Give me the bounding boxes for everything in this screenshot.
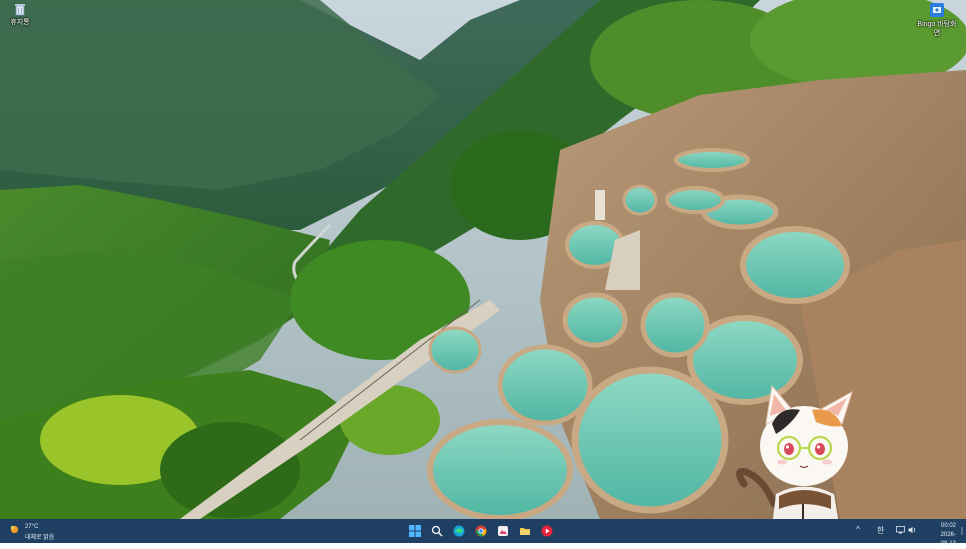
photos-button[interactable]	[494, 522, 512, 540]
tray-overflow-chevron[interactable]: ^	[856, 525, 860, 534]
recycle-bin-icon	[15, 4, 25, 16]
search-button[interactable]	[428, 522, 446, 540]
clock-time: 00:02	[940, 523, 956, 529]
play-icon	[541, 525, 553, 537]
taskbar: 27°C 대체로 맑음 ^ 한 00:02 2026-08-13	[0, 519, 966, 547]
file-explorer-button[interactable]	[516, 522, 534, 540]
desktop-icon-label: Bingo 바탕화면	[917, 21, 957, 37]
desktop-icon-label: 휴지통	[10, 19, 30, 26]
media-player-button[interactable]	[538, 522, 556, 540]
edge-icon	[453, 525, 465, 537]
show-desktop-icon[interactable]	[960, 527, 964, 535]
mascot-character[interactable]	[734, 384, 874, 519]
desktop-app-icon	[930, 3, 944, 17]
network-icon[interactable]	[896, 526, 905, 534]
chrome-button[interactable]	[472, 522, 490, 540]
photos-icon	[498, 526, 508, 536]
volume-icon[interactable]	[908, 526, 917, 534]
clock-date: 2026-08-13	[940, 532, 956, 547]
weather-widget[interactable]: 27°C 대체로 맑음	[6, 522, 76, 541]
chrome-icon	[475, 525, 487, 537]
desktop-icon-recycle-bin[interactable]: 휴지통	[0, 2, 40, 27]
weather-condition: 대체로 맑음	[25, 535, 55, 541]
clock[interactable]: 00:02 2026-08-13	[941, 522, 956, 549]
weather-temperature: 27°C	[25, 524, 39, 530]
input-method-indicator[interactable]: 한	[877, 525, 884, 536]
edge-button[interactable]	[450, 522, 468, 540]
start-button[interactable]	[406, 522, 424, 540]
search-icon	[431, 525, 443, 537]
desktop-icon-app[interactable]: Bingo 바탕화면	[917, 2, 957, 38]
folder-icon	[520, 528, 530, 535]
windows-icon	[409, 525, 421, 537]
desktop: 휴지통 Bingo 바탕화면	[0, 0, 966, 519]
taskbar-apps	[406, 522, 556, 540]
weather-sun-icon	[10, 525, 19, 534]
